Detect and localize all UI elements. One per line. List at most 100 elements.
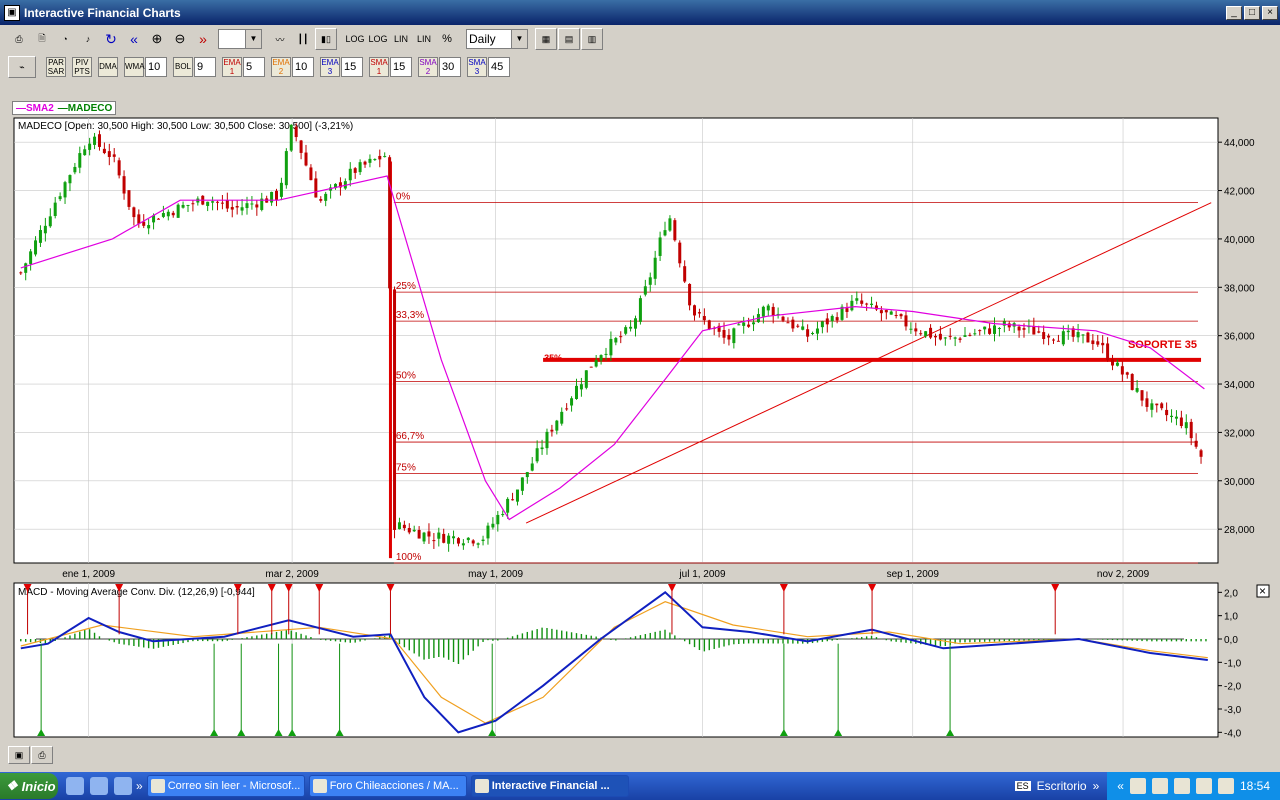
media-icon[interactable] [114, 777, 132, 795]
task-charts[interactable]: Interactive Financial ... [470, 775, 629, 797]
task-forum[interactable]: Foro Chileacciones / MA... [308, 775, 467, 797]
desktop-label[interactable]: Escritorio [1037, 779, 1087, 793]
sma3-button[interactable]: SMA 3 [467, 57, 487, 77]
candle-body [29, 251, 33, 264]
print-preview-icon[interactable]: 🗎 [31, 28, 53, 50]
tray-antivirus-icon[interactable] [1173, 778, 1190, 794]
ema3-button[interactable]: EMA 3 [320, 57, 340, 77]
bol-button[interactable]: BOL [173, 57, 193, 77]
candle-body [1145, 398, 1149, 407]
zoom-combo[interactable]: ▼ [218, 29, 262, 49]
task-forum-label: Foro Chileacciones / MA... [329, 780, 459, 792]
sma1-button[interactable]: SMA 1 [369, 57, 389, 77]
candle-body [634, 318, 638, 329]
candle-body [825, 318, 829, 325]
zoom-in-icon[interactable]: ⊕ [146, 28, 168, 50]
candle-body [48, 216, 52, 227]
layout-icon[interactable]: ▣ [8, 746, 30, 764]
sma2-period-input[interactable]: 30 [439, 57, 461, 77]
candle-body [693, 305, 697, 316]
drawing-icon[interactable]: ⌁ [8, 56, 36, 78]
lin-button[interactable]: LIN [390, 28, 412, 50]
indicator-settings-icon[interactable]: ▤ [558, 28, 580, 50]
desktop-expand-icon[interactable]: » [1093, 779, 1100, 793]
candle-body [560, 411, 564, 424]
wma-period-input[interactable]: 10 [145, 57, 167, 77]
fast-forward-icon[interactable]: » [192, 28, 214, 50]
wma-button[interactable]: WMA [124, 57, 145, 77]
line-chart-icon[interactable]: 〰 [269, 28, 291, 50]
minimize-button[interactable]: _ [1226, 5, 1242, 20]
candle-body [870, 303, 874, 305]
sma2-button[interactable]: SMA 2 [418, 57, 438, 77]
candle-body [240, 207, 244, 211]
candle-body [1120, 366, 1124, 375]
log-button[interactable]: LOG [344, 28, 366, 50]
quicklaunch-expand-icon[interactable]: » [136, 779, 143, 793]
refresh-icon[interactable]: ↻ [100, 28, 122, 50]
fib-label: 50% [396, 371, 416, 382]
print-icon[interactable]: ⎙ [8, 28, 30, 50]
candle-body [156, 218, 160, 220]
candle-body [948, 335, 952, 337]
task-mail[interactable]: Correo sin leer - Microsof... [146, 775, 305, 797]
candle-body [491, 523, 495, 528]
candle-body [555, 420, 559, 431]
candle-body [1135, 388, 1139, 392]
candle-body [373, 159, 377, 161]
par-sar-button[interactable]: PAR SAR [46, 57, 66, 77]
candle-body [58, 196, 62, 200]
pivot-points-button[interactable]: PIV PTS [72, 57, 92, 77]
start-button[interactable]: ❖ Inicio [0, 773, 58, 799]
ema2-button[interactable]: EMA 2 [271, 57, 291, 77]
candle-body [432, 540, 436, 542]
data-settings-icon[interactable]: ▥ [581, 28, 603, 50]
ema3-period-input[interactable]: 15 [341, 57, 363, 77]
lin-inverse-button[interactable]: LIN [413, 28, 435, 50]
clock-app-icon[interactable] [90, 777, 108, 795]
log-inverse-button[interactable]: LOG [367, 28, 389, 50]
candle-body [1184, 422, 1188, 429]
ie-icon[interactable] [66, 777, 84, 795]
candle-chart-icon[interactable]: ▮▯ [315, 28, 337, 50]
candle-body [599, 355, 603, 361]
tray-printer-icon[interactable] [1129, 778, 1146, 794]
sma1-period-input[interactable]: 15 [390, 57, 412, 77]
candle-body [437, 532, 441, 539]
price-x-tick-label: mar 2, 2009 [265, 569, 319, 580]
bar-chart-icon[interactable]: ┃┃ [292, 28, 314, 50]
chart-settings-icon[interactable]: ▦ [535, 28, 557, 50]
ema1-period-input[interactable]: 5 [243, 57, 265, 77]
maximize-button[interactable]: □ [1244, 5, 1260, 20]
chart-svg[interactable]: 44,000 42,000 40,000 38,000 36,000 34,000 32,0… [0, 100, 1280, 740]
ema2-period-input[interactable]: 10 [292, 57, 314, 77]
zoom-out-icon[interactable]: ⊖ [169, 28, 191, 50]
period-select[interactable]: Daily ▼ [466, 29, 528, 49]
candle-body [304, 152, 308, 166]
candle-body [358, 162, 362, 173]
candle-body [1022, 328, 1026, 330]
close-button[interactable]: × [1262, 5, 1278, 20]
bol-period-input[interactable]: 9 [194, 57, 216, 77]
print-chart-icon[interactable]: ⎙ [31, 746, 53, 764]
ema1-button[interactable]: EMA 1 [222, 57, 242, 77]
candle-body [579, 384, 583, 390]
language-icon[interactable]: ES [1014, 781, 1031, 791]
candle-body [530, 463, 534, 471]
rewind-icon[interactable]: « [123, 28, 145, 50]
task-mail-label: Correo sin leer - Microsof... [167, 780, 301, 792]
tray-monitor-icon[interactable] [1217, 778, 1234, 794]
timer-icon[interactable]: ◔ [54, 28, 76, 50]
candle-body [38, 230, 42, 243]
tray-clock-icon[interactable] [1151, 778, 1168, 794]
candle-body [68, 175, 72, 184]
candle-body [806, 329, 810, 337]
dma-button[interactable]: DMA [98, 57, 118, 77]
sma3-period-input[interactable]: 45 [488, 57, 510, 77]
percent-button[interactable]: % [436, 28, 458, 50]
tray-network-icon[interactable] [1195, 778, 1212, 794]
candle-body [215, 201, 219, 203]
candle-body [992, 325, 996, 334]
sound-icon[interactable]: ♪ [77, 28, 99, 50]
tray-expand-icon[interactable]: « [1117, 779, 1124, 793]
